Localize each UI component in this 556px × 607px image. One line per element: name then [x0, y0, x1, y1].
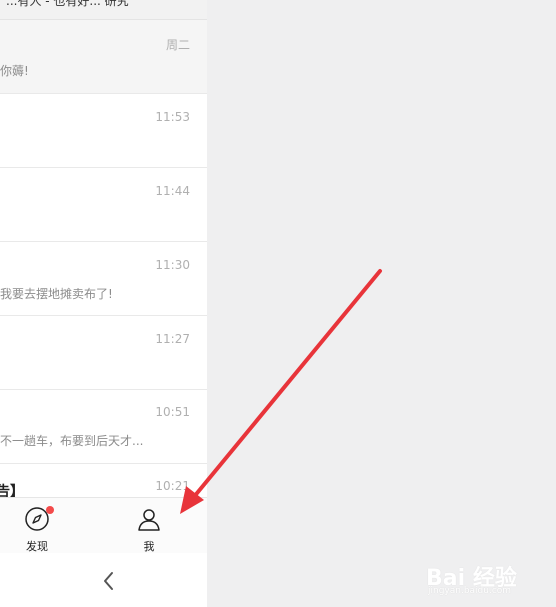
chat-time: 11:53 — [155, 110, 190, 124]
chat-time: 11:27 — [155, 332, 190, 346]
person-icon — [138, 509, 160, 531]
chat-row-5[interactable]: 11:27 — [0, 316, 207, 390]
chat-row-6[interactable]: 10:51 不一趟车，布要到后天才... — [0, 390, 207, 464]
tab-discover[interactable]: 发现 — [12, 506, 62, 554]
watermark: Bai 经验 jingyan.baidu.com — [426, 556, 546, 600]
chat-title: : — [0, 183, 1, 199]
bottom-tab-bar: 发现 我 — [0, 497, 207, 554]
badge-dot — [46, 506, 54, 514]
chat-time: 11:44 — [155, 184, 190, 198]
watermark-sub: jingyan.baidu.com — [428, 586, 512, 596]
chat-preview: 你薅! — [0, 64, 29, 78]
chat-time: 周二 — [165, 38, 190, 52]
chat-time: 10:21 — [155, 479, 190, 493]
tab-discover-label: 发现 — [26, 540, 48, 553]
chat-time: 11:30 — [155, 258, 190, 272]
chat-row-4[interactable]: 11:30 我要去摆地摊卖布了! — [0, 242, 207, 316]
chat-row-3[interactable]: 11:44 : — [0, 168, 207, 242]
header-partial: ...有人 - 也有好... 研究 — [0, 0, 207, 20]
chevron-left-icon[interactable] — [99, 570, 119, 592]
system-nav-bar — [0, 553, 207, 607]
chat-list-screen: ...有人 - 也有好... 研究 周二 你薅! 11:53 11:44 : 1… — [0, 0, 207, 607]
chat-time: 10:51 — [155, 405, 190, 419]
chat-preview: 不一趟车，布要到后天才... — [0, 434, 144, 448]
tab-me-label: 我 — [143, 540, 155, 553]
chat-row-1[interactable]: 周二 你薅! — [0, 20, 207, 94]
chat-preview: 我要去摆地摊卖布了! — [0, 287, 113, 301]
tab-me[interactable]: 我 — [124, 506, 174, 554]
header-partial-title: ...有人 - 也有好... 研究 — [6, 0, 129, 8]
chat-row-2[interactable]: 11:53 — [0, 94, 207, 168]
